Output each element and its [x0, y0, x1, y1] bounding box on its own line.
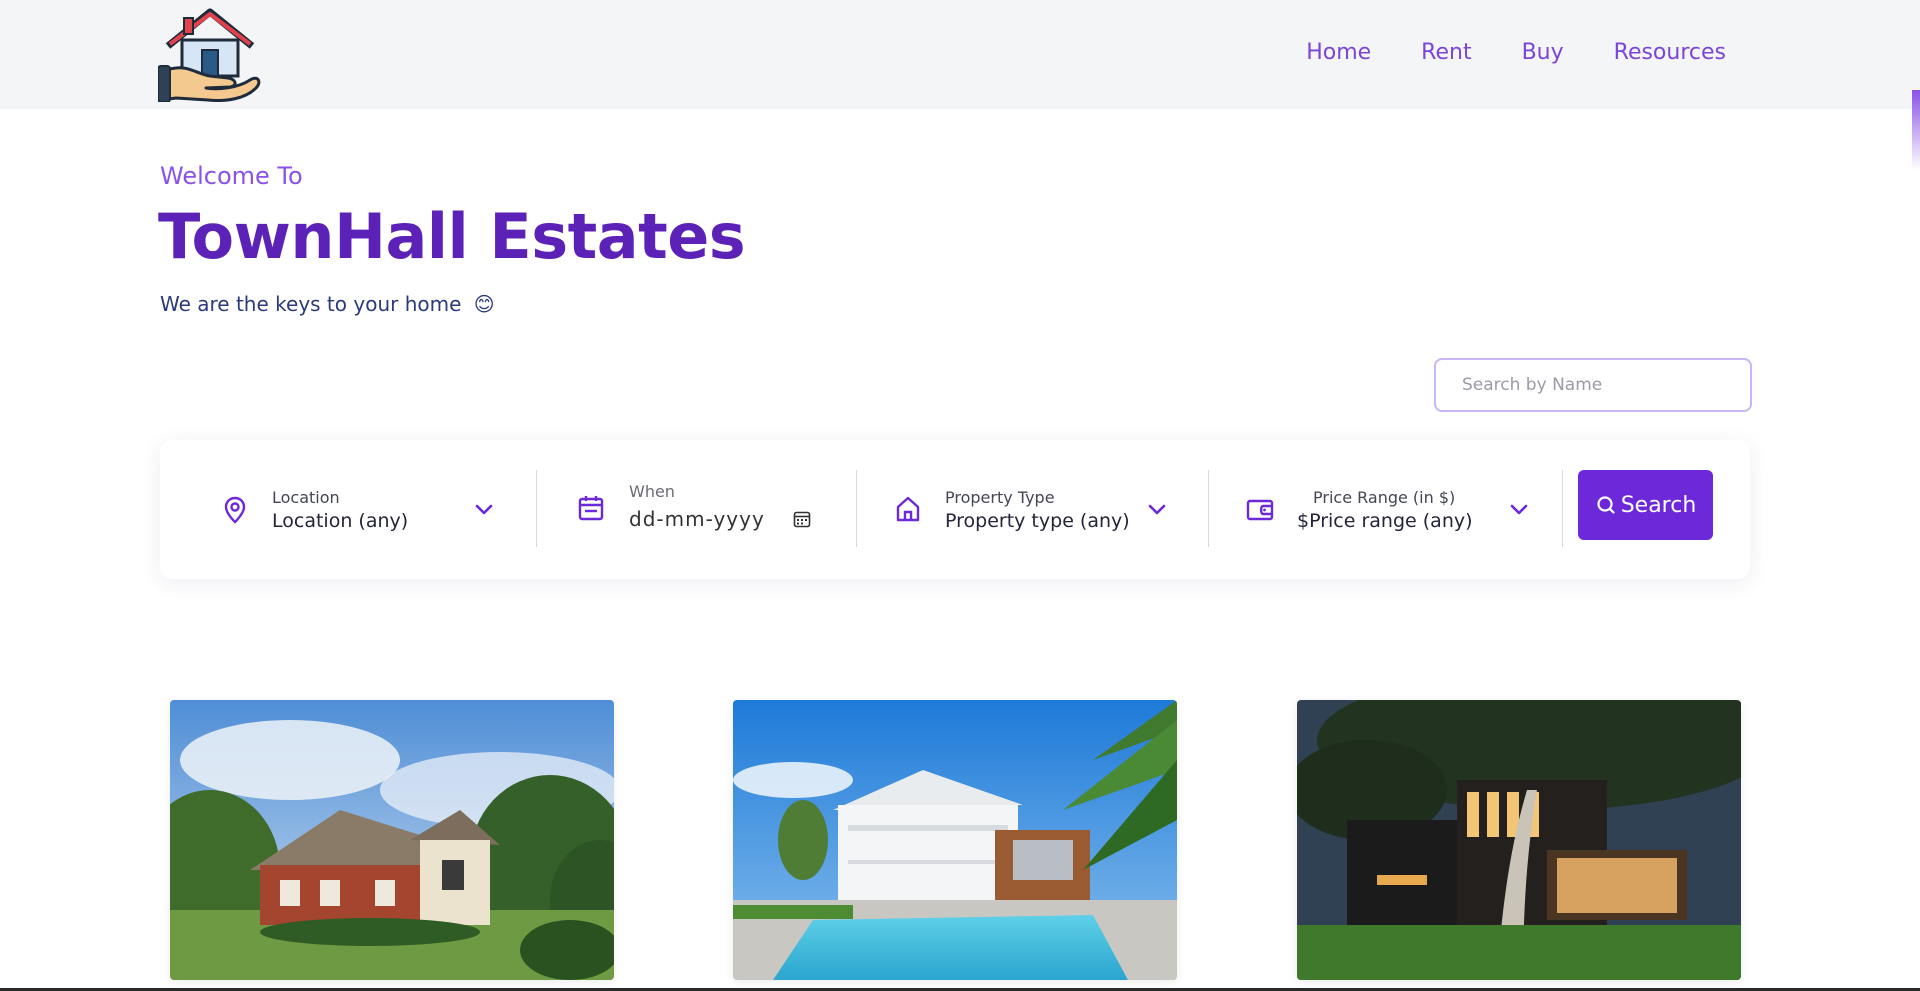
nav-resources[interactable]: Resources	[1614, 40, 1726, 65]
search-by-name-input[interactable]	[1434, 358, 1752, 412]
date-label: When	[629, 482, 675, 501]
welcome-text: Welcome To	[160, 162, 303, 190]
chevron-down-icon	[474, 502, 494, 516]
chevron-down-icon	[1509, 502, 1529, 516]
divider	[1562, 470, 1563, 547]
brick-suburban-house-photo	[170, 700, 614, 980]
smile-emoji-icon: 😊	[473, 292, 495, 316]
map-pin-icon	[220, 495, 250, 525]
white-house-with-pool-photo	[733, 700, 1177, 980]
calendar-icon	[576, 493, 606, 523]
chevron-down-icon	[1147, 502, 1167, 516]
property-card[interactable]	[170, 700, 614, 980]
property-card[interactable]	[733, 700, 1177, 980]
search-icon	[1597, 496, 1615, 514]
location-filter[interactable]: Location Location (any)	[160, 440, 536, 579]
main-nav: Home Rent Buy Resources	[1306, 40, 1726, 65]
nav-rent[interactable]: Rent	[1421, 40, 1471, 65]
price-value: $Price range (any)	[1297, 510, 1473, 532]
price-range-filter[interactable]: Price Range (in $) $Price range (any)	[1209, 440, 1559, 579]
date-filter[interactable]: When dd-mm-yyyy	[537, 440, 855, 579]
page-title: TownHall Estates	[158, 200, 746, 273]
search-button-label: Search	[1620, 492, 1697, 518]
filter-bar: Location Location (any) When dd-mm-yyyy	[160, 440, 1750, 579]
property-card[interactable]	[1297, 700, 1741, 980]
property-type-filter[interactable]: Property Type Property type (any)	[857, 440, 1207, 579]
location-label: Location	[272, 488, 340, 507]
wallet-icon	[1245, 494, 1275, 524]
modern-dark-house-at-dusk-photo	[1297, 700, 1741, 980]
tagline-text: We are the keys to your home	[160, 292, 462, 316]
search-button[interactable]: Search	[1578, 470, 1713, 540]
house-in-hand-icon[interactable]	[157, 8, 262, 103]
tagline: We are the keys to your home 😊	[160, 292, 495, 316]
site-header: Home Rent Buy Resources	[0, 0, 1920, 109]
date-input[interactable]: dd-mm-yyyy	[629, 507, 765, 531]
location-value: Location (any)	[272, 510, 409, 532]
nav-home[interactable]: Home	[1306, 40, 1371, 65]
scroll-indicator	[1912, 90, 1920, 170]
house-icon	[893, 494, 923, 524]
calendar-picker-icon[interactable]	[793, 510, 811, 528]
property-type-label: Property Type	[945, 488, 1055, 507]
property-type-value: Property type (any)	[945, 510, 1130, 532]
nav-buy[interactable]: Buy	[1522, 40, 1564, 65]
price-label: Price Range (in $)	[1313, 488, 1456, 507]
